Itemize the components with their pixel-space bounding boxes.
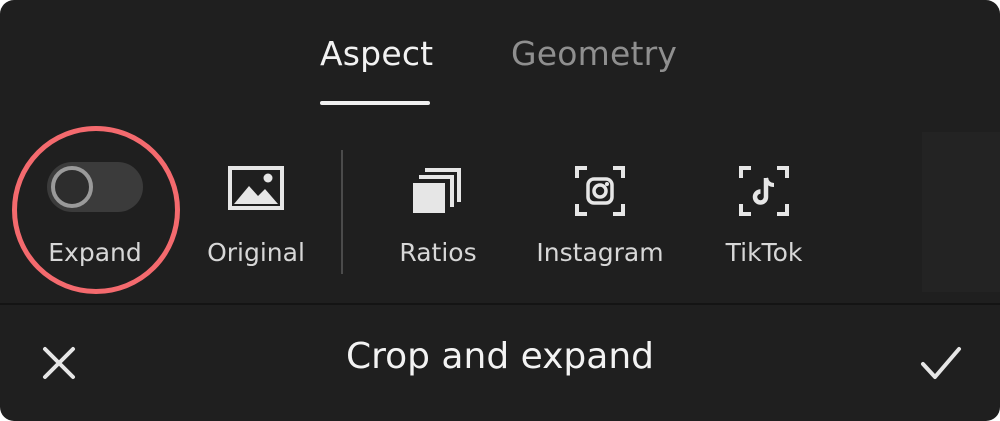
tab-aspect[interactable]: Aspect: [320, 32, 433, 76]
tab-geometry[interactable]: Geometry: [511, 32, 677, 76]
tool-divider: [341, 150, 343, 274]
toggle-knob: [51, 166, 93, 208]
original-button[interactable]: Original: [200, 130, 312, 290]
instagram-icon: [575, 166, 625, 220]
tiktok-button[interactable]: TikTok: [716, 130, 812, 290]
stacked-frames-icon: [413, 166, 463, 218]
instagram-button[interactable]: Instagram: [530, 130, 670, 290]
tab-bar: Aspect Geometry: [0, 0, 1000, 110]
expand-toggle-tool[interactable]: Expand: [20, 130, 170, 290]
crop-panel: Aspect Geometry Expand Original Ratios I…: [0, 0, 1000, 421]
overflow-fade: [922, 132, 1000, 292]
ratios-button[interactable]: Ratios: [392, 130, 484, 290]
ratios-label: Ratios: [399, 238, 477, 267]
confirm-button[interactable]: [918, 342, 964, 384]
panel-title: Crop and expand: [345, 336, 655, 377]
tiktok-label: TikTok: [725, 238, 803, 267]
expand-label: Expand: [48, 238, 142, 267]
original-label: Original: [207, 238, 305, 267]
image-icon: [228, 166, 284, 214]
instagram-label: Instagram: [536, 238, 664, 267]
checkmark-icon: [921, 347, 961, 379]
bottom-bar: Crop and expand: [0, 305, 1000, 421]
tiktok-icon: [739, 166, 789, 220]
active-tab-indicator: [320, 101, 430, 105]
expand-toggle-switch[interactable]: [47, 162, 143, 212]
aspect-tools-row: Expand Original Ratios Instagram TikTok: [0, 130, 1000, 290]
